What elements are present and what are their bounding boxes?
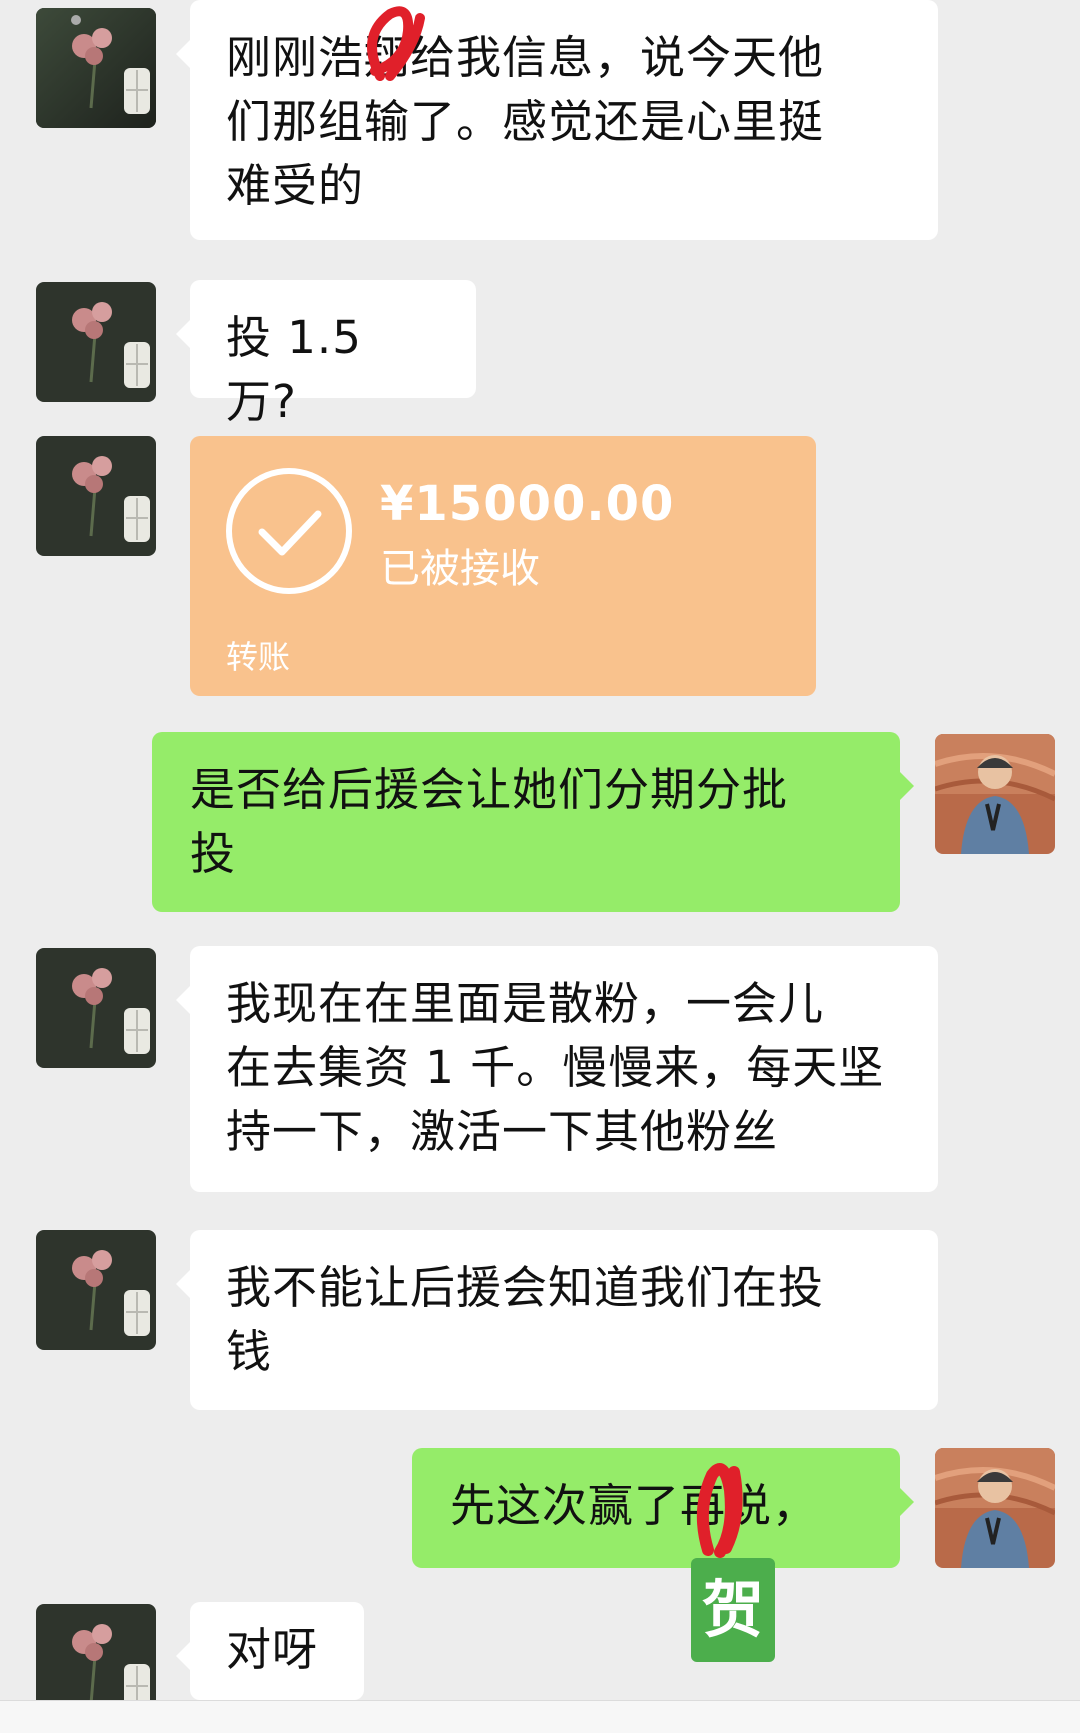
message-bubble-incoming[interactable]: 我不能让后援会知道我们在投 钱 (176, 1230, 938, 1410)
self-avatar[interactable] (935, 734, 1055, 854)
sticker-tag: 贺 (691, 1558, 775, 1662)
transfer-label: 转账 (226, 638, 291, 676)
contact-avatar[interactable] (36, 1230, 156, 1350)
chat-area: 刚刚浩翔给我信息，说今天他 们那组输了。感觉还是心里挺 难受的 投 1.5 万? (0, 0, 1080, 1724)
contact-avatar[interactable] (36, 948, 156, 1068)
divider (220, 612, 786, 613)
flower-vase-avatar-icon (36, 436, 156, 556)
message-bubble-incoming[interactable]: 对呀 (176, 1602, 364, 1700)
flower-vase-avatar-icon (36, 948, 156, 1068)
bottom-bar (0, 1700, 1080, 1733)
message-bubble-incoming[interactable]: 刚刚浩翔给我信息，说今天他 们那组输了。感觉还是心里挺 难受的 (176, 0, 938, 240)
person-photo-avatar-icon (935, 1448, 1055, 1568)
transfer-card[interactable]: ¥15000.00 已被接收 转账 (190, 436, 816, 696)
message-bubble-incoming[interactable]: 我现在在里面是散粉，一会儿 在去集资 1 千。慢慢来，每天坚 持一下，激活一下其… (176, 946, 938, 1192)
person-photo-avatar-icon (935, 734, 1055, 854)
flower-vase-avatar-icon (36, 282, 156, 402)
self-avatar[interactable] (935, 1448, 1055, 1568)
transfer-amount: ¥15000.00 (380, 476, 675, 532)
flower-vase-avatar-icon (36, 1230, 156, 1350)
message-bubble-outgoing[interactable]: 是否给后援会让她们分期分批 投 (152, 732, 914, 912)
contact-avatar[interactable] (36, 436, 156, 556)
message-bubble-outgoing[interactable]: 先这次赢了再说， (412, 1448, 914, 1568)
check-circle-icon (226, 468, 352, 594)
transfer-status: 已被接收 (380, 546, 540, 592)
message-bubble-incoming[interactable]: 投 1.5 万? (176, 280, 476, 428)
contact-avatar[interactable] (36, 8, 156, 128)
contact-avatar[interactable] (36, 282, 156, 402)
flower-vase-avatar-icon (36, 8, 156, 128)
